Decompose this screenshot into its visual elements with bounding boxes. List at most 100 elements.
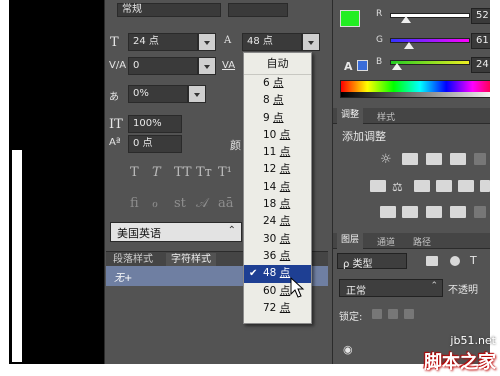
invert-icon[interactable]	[380, 206, 396, 218]
curves-icon[interactable]	[426, 153, 442, 165]
swash-button[interactable]: 𝒜	[196, 196, 218, 211]
visibility-eye-icon[interactable]: ◉	[343, 343, 353, 356]
color-lookup-icon[interactable]	[480, 180, 490, 192]
foreground-color-swatch[interactable]	[340, 10, 360, 27]
menu-item-size[interactable]: 24 点	[244, 213, 311, 230]
g-slider[interactable]	[390, 38, 470, 43]
filter-adjustment-icon[interactable]	[450, 256, 460, 266]
leading-icon: A	[224, 35, 232, 46]
b-slider-thumb[interactable]	[392, 63, 403, 70]
photo-filter-icon[interactable]	[436, 180, 452, 192]
size-number: 60	[263, 284, 277, 297]
screenshot-frame: 常规 T 24 点 A 48 点 V/A 0 VA あ 0% IT 100% A…	[0, 0, 500, 376]
leading-input[interactable]: 48 点	[242, 33, 302, 51]
language-select[interactable]: 美国英语 ⌃	[110, 222, 242, 242]
ligatures-button[interactable]: fi	[130, 196, 152, 211]
horizontal-scale-input[interactable]: 100%	[128, 115, 182, 133]
size-unit: 点	[279, 249, 291, 262]
menu-item-size[interactable]: 8 点	[244, 92, 311, 109]
watermark-text: 脚本之家	[424, 352, 496, 373]
menu-item-auto[interactable]: 自动	[244, 53, 311, 75]
tab-character-styles[interactable]: 字符样式	[166, 253, 216, 267]
layer-filter-select[interactable]: ρ 类型	[337, 253, 407, 270]
vertical-scale-dropdown-button[interactable]	[188, 85, 206, 103]
blend-mode-value: 正常	[346, 286, 366, 297]
tab-paragraph-styles[interactable]: 段落样式	[108, 253, 158, 267]
faux-bold-button[interactable]: T	[130, 165, 152, 180]
menu-item-size[interactable]: 9 点	[244, 110, 311, 127]
font-size-dropdown-button[interactable]	[198, 33, 216, 51]
lock-transparent-icon[interactable]	[372, 309, 382, 319]
tsume-icon: あ	[109, 92, 119, 103]
oldstyle-button[interactable]: ℴ	[152, 196, 174, 211]
menu-item-size[interactable]: 14 点	[244, 179, 311, 196]
stylistic-alternates-button[interactable]: aā	[218, 196, 240, 211]
tab-paths[interactable]: 路径	[409, 235, 435, 248]
lock-pixels-icon[interactable]	[388, 309, 398, 319]
menu-item-size[interactable]: 12 点	[244, 161, 311, 178]
color-spectrum-bar[interactable]	[340, 80, 500, 98]
hue-saturation-icon[interactable]	[370, 180, 386, 192]
menu-item-size[interactable]: 6 点	[244, 75, 311, 92]
g-slider-thumb[interactable]	[404, 42, 415, 49]
baseline-shift-input[interactable]: 0 点	[128, 135, 182, 153]
leading-dropdown-button[interactable]	[302, 33, 320, 51]
size-number: 72	[263, 301, 277, 314]
tracking-icon: VA	[222, 60, 236, 71]
language-value: 美国英语	[117, 227, 161, 240]
filter-pixel-icon[interactable]	[426, 256, 438, 266]
r-slider-thumb[interactable]	[401, 16, 411, 23]
posterize-icon[interactable]	[402, 206, 418, 218]
size-unit: 点	[279, 180, 291, 193]
menu-item-size[interactable]: 72 点	[244, 300, 311, 317]
size-unit: 点	[279, 128, 291, 141]
kerning-icon: V/A	[109, 60, 127, 71]
menu-item-size[interactable]: 18 点	[244, 196, 311, 213]
font-family-extra-field[interactable]	[228, 3, 288, 17]
levels-icon[interactable]	[402, 153, 418, 165]
font-size-input[interactable]: 24 点	[128, 33, 198, 51]
checkmark-icon: ✔	[249, 268, 258, 280]
vibrance-icon[interactable]	[474, 153, 486, 165]
exposure-icon[interactable]	[450, 153, 466, 165]
selective-color-icon[interactable]	[474, 206, 486, 218]
color-balance-icon[interactable]: ⚖	[392, 180, 408, 194]
small-caps-button[interactable]: Tт	[196, 165, 218, 180]
tab-adjustments[interactable]: 调整	[337, 108, 364, 124]
channel-mixer-icon[interactable]	[458, 180, 474, 192]
threshold-icon[interactable]	[426, 206, 442, 218]
chevron-updown-icon: ⌃	[430, 281, 438, 291]
vertical-scale-input[interactable]: 0%	[128, 85, 188, 103]
tab-channels[interactable]: 通道	[373, 235, 399, 248]
size-unit: 点	[279, 163, 291, 176]
menu-item-size[interactable]: 11 点	[244, 144, 311, 161]
menu-item-size[interactable]: 36 点	[244, 248, 311, 265]
font-style-field[interactable]: 常规	[117, 3, 221, 17]
all-caps-button[interactable]: TT	[174, 165, 196, 180]
brightness-icon[interactable]: ☼	[380, 152, 396, 167]
size-number: 10	[263, 128, 277, 141]
lock-position-icon[interactable]	[404, 309, 414, 319]
chevron-updown-icon: ⌃	[227, 225, 236, 236]
tab-layers[interactable]: 图层	[337, 233, 364, 249]
kerning-input[interactable]: 0	[128, 57, 198, 75]
gradient-map-icon[interactable]	[450, 206, 466, 218]
size-unit: 点	[273, 77, 284, 89]
faux-italic-button[interactable]: T	[152, 165, 174, 180]
superscript-button[interactable]: T¹	[218, 165, 240, 180]
b-channel-label: B	[376, 57, 383, 67]
kerning-dropdown-button[interactable]	[198, 57, 216, 75]
canvas-edge	[12, 150, 22, 362]
menu-item-size[interactable]: 30 点	[244, 231, 311, 248]
color-label: 颜	[230, 139, 241, 152]
tab-styles[interactable]: 样式	[373, 110, 399, 123]
size-unit: 点	[279, 301, 291, 314]
discretionary-ligatures-button[interactable]: st	[174, 196, 196, 211]
black-white-icon[interactable]	[414, 180, 430, 192]
blend-mode-select[interactable]: 正常 ⌃	[339, 279, 443, 297]
opentype-buttons: fi ℴ st 𝒜aā	[130, 196, 240, 218]
filter-type-icon[interactable]: T	[470, 254, 477, 267]
menu-item-size[interactable]: 10 点	[244, 127, 311, 144]
size-number: 48	[263, 267, 277, 280]
size-number: 8	[263, 94, 270, 107]
